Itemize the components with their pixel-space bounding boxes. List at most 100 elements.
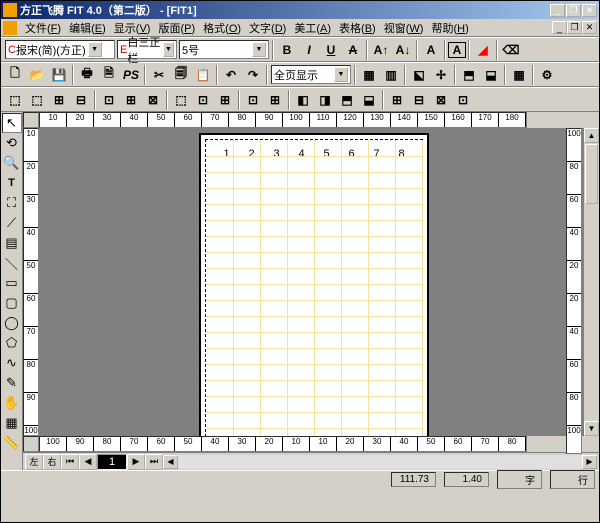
font-color-button[interactable]: ◢ [472,39,494,61]
scroll-left-arrow[interactable]: ◀ [163,455,178,469]
doc-minimize-button[interactable]: _ [552,21,567,34]
nav-left-master[interactable]: 左 [25,454,43,470]
scroll-thumb-v[interactable] [585,144,598,204]
minimize-button[interactable]: _ [550,4,565,17]
subscript-button[interactable]: A↓ [392,39,414,61]
hand-tool[interactable]: ✋ [2,393,22,413]
italic-button[interactable]: I [298,39,320,61]
grid-button[interactable]: ▦ [358,64,380,86]
layout-btn-5[interactable]: ⊡ [98,89,120,111]
node-tool[interactable]: ⟋ [2,213,22,233]
pen-tool[interactable]: ✎ [2,373,22,393]
superscript-button[interactable]: A↑ [370,39,392,61]
menu-edit[interactable]: 编辑(E) [65,19,110,37]
char-format-button[interactable]: A [420,39,442,61]
scroll-down-arrow[interactable]: ▼ [584,421,599,436]
text-box-button[interactable]: A [448,42,466,58]
redo-button[interactable]: ↷ [242,64,264,86]
table-tool[interactable]: ▦ [2,413,22,433]
align-center-button[interactable]: ✢ [430,64,452,86]
menu-help[interactable]: 帮助(H) [427,19,472,37]
strike-button[interactable]: A [342,39,364,61]
new-button[interactable]: 🗋 [4,64,26,86]
menu-text[interactable]: 文字(D) [245,19,290,37]
bezier-tool[interactable]: ∿ [2,353,22,373]
scroll-track-h[interactable] [178,455,582,469]
tool-button[interactable]: ⚙ [536,64,558,86]
layout-btn-19[interactable]: ⊠ [430,89,452,111]
font-size-dropdown[interactable]: 5号 ▼ [179,40,269,59]
pointer-tool[interactable]: ↖ [2,113,22,133]
crop-tool[interactable]: ⛶ [2,193,22,213]
table-button[interactable]: ▦ [508,64,530,86]
ruler-horizontal-top[interactable]: 1020304050607080901001101201301401501601… [39,112,527,128]
scroll-right-arrow[interactable]: ▶ [582,455,597,469]
layout-btn-8[interactable]: ⬚ [170,89,192,111]
clear-format-button[interactable]: ⌫ [500,39,522,61]
measure-tool[interactable]: 📏 [2,433,22,453]
nav-prev-button[interactable]: ◀ [79,454,97,470]
ellipse-tool[interactable]: ◯ [2,313,22,333]
preview-button[interactable]: 🗎 [98,64,120,86]
layer-up-button[interactable]: ⬒ [458,64,480,86]
underline-button[interactable]: U [320,39,342,61]
layout-btn-11[interactable]: ⊡ [242,89,264,111]
nav-first-button[interactable]: ⏮ [61,454,79,470]
menu-file[interactable]: 文件(F) [21,19,65,37]
layout-btn-20[interactable]: ⊡ [452,89,474,111]
ruler-horizontal-bottom[interactable]: 1009080706050403020101020304050607080 [39,436,527,452]
page-number[interactable]: 1 [97,454,127,470]
gradient-tool[interactable]: ▤ [2,233,22,253]
open-button[interactable]: 📂 [26,64,48,86]
layout-btn-2[interactable]: ⬚ [26,89,48,111]
font-style-dropdown[interactable]: E 白三正栏 ▼ [117,40,177,59]
bold-button[interactable]: B [276,39,298,61]
page[interactable]: 12345678 [199,133,429,436]
rect-tool[interactable]: ▭ [2,273,22,293]
layout-btn-9[interactable]: ⊡ [192,89,214,111]
layout-btn-14[interactable]: ◨ [314,89,336,111]
nav-right-master[interactable]: 右 [43,454,61,470]
layout-btn-15[interactable]: ⬒ [336,89,358,111]
cut-button[interactable]: ✂ [148,64,170,86]
layout-btn-10[interactable]: ⊞ [214,89,236,111]
save-button[interactable]: 💾 [48,64,70,86]
doc-icon[interactable] [3,21,17,35]
font-family-dropdown[interactable]: C 报宋(简)(方正) ▼ [5,40,115,59]
ruler-vertical-right[interactable]: 1008060402020406080100 [566,128,582,436]
menu-window[interactable]: 视窗(W) [380,19,428,37]
menu-art[interactable]: 美工(A) [290,19,335,37]
layer-down-button[interactable]: ⬓ [480,64,502,86]
ps-button[interactable]: PS [120,64,142,86]
menu-page[interactable]: 版面(P) [154,19,199,37]
menu-table[interactable]: 表格(B) [335,19,380,37]
layout-btn-7[interactable]: ⊠ [142,89,164,111]
text-tool[interactable]: T [2,173,22,193]
print-button[interactable]: 🖶 [76,64,98,86]
doc-close-button[interactable]: ✕ [582,21,597,34]
layout-btn-3[interactable]: ⊞ [48,89,70,111]
line-tool[interactable]: ＼ [2,253,22,273]
align-left-button[interactable]: ⬕ [408,64,430,86]
ruler-origin[interactable] [23,112,39,128]
zoom-dropdown[interactable]: 全页显示 ▼ [271,65,351,84]
scroll-up-arrow[interactable]: ▲ [584,128,599,143]
layout-btn-6[interactable]: ⊞ [120,89,142,111]
restore-button[interactable]: ❐ [566,4,581,17]
nav-next-button[interactable]: ▶ [127,454,145,470]
grid2-button[interactable]: ▥ [380,64,402,86]
layout-btn-18[interactable]: ⊟ [408,89,430,111]
layout-btn-17[interactable]: ⊞ [386,89,408,111]
copy-button[interactable]: 🗐 [170,64,192,86]
polygon-tool[interactable]: ⬠ [2,333,22,353]
nav-last-button[interactable]: ⏭ [145,454,163,470]
layout-btn-13[interactable]: ◧ [292,89,314,111]
close-button[interactable]: ✕ [582,4,597,17]
rotate-tool[interactable]: ⟲ [2,133,22,153]
layout-btn-12[interactable]: ⊞ [264,89,286,111]
menu-format[interactable]: 格式(O) [199,19,245,37]
zoom-tool[interactable]: 🔍 [2,153,22,173]
scrollbar-horizontal[interactable]: ◀ ▶ [163,454,597,470]
rounded-rect-tool[interactable]: ▢ [2,293,22,313]
canvas[interactable]: 12345678 [39,128,583,436]
